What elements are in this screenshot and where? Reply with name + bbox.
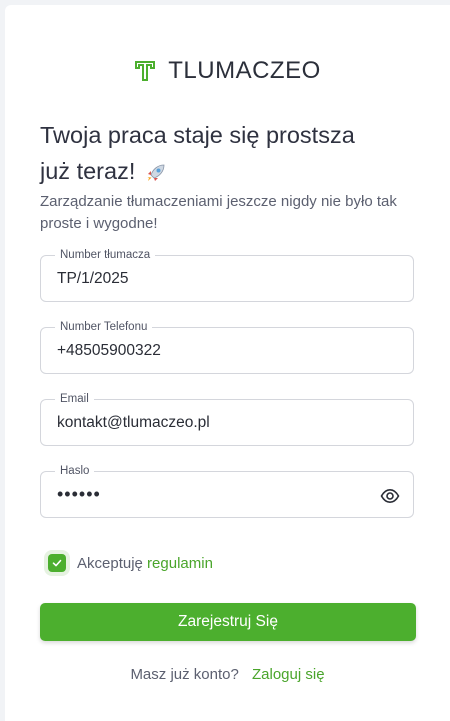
show-password-icon[interactable] (380, 486, 400, 506)
password-label: Haslo (55, 463, 95, 479)
page-title: Twoja praca staje się prostsza już teraz… (40, 117, 420, 189)
translator-number-label: Number tłumacza (55, 247, 156, 263)
login-prompt: Masz już konto? (130, 666, 239, 683)
rocket-icon (147, 164, 165, 181)
checkmark-icon (52, 559, 62, 567)
terms-checkbox[interactable] (48, 554, 66, 572)
terms-row: Akceptuję regulamin (48, 554, 213, 572)
phone-number-label: Number Telefonu (55, 319, 153, 335)
translator-number-field[interactable]: Number tłumacza TP/1/2025 (40, 247, 414, 302)
email-label: Email (55, 391, 94, 407)
terms-label: Akceptuję (77, 554, 143, 572)
register-card: TLUMACZEO Twoja praca staje się prostsza… (5, 5, 450, 721)
email-field[interactable]: Email kontakt@tlumaczeo.pl (40, 391, 414, 446)
terms-link[interactable]: regulamin (147, 555, 213, 572)
phone-number-value[interactable]: +48505900322 (57, 342, 161, 360)
brand: TLUMACZEO (5, 57, 450, 85)
register-button[interactable]: Zarejestruj Się (40, 603, 416, 641)
password-value[interactable]: •••••• (57, 485, 101, 503)
login-row: Masz już konto? Zaloguj się (5, 666, 450, 683)
logo-icon (135, 61, 156, 81)
password-field[interactable]: Haslo •••••• (40, 463, 414, 518)
subtitle: Zarządzanie tłumaczeniami jeszcze nigdy … (40, 193, 397, 232)
translator-number-value[interactable]: TP/1/2025 (57, 270, 129, 288)
headline-line-1: Twoja praca staje się prostsza (40, 122, 355, 148)
phone-number-field[interactable]: Number Telefonu +48505900322 (40, 319, 414, 374)
email-value[interactable]: kontakt@tlumaczeo.pl (57, 414, 210, 432)
terms-text: Akceptuję regulamin (77, 555, 213, 572)
brand-name: TLUMACZEO (168, 57, 321, 84)
login-link[interactable]: Zaloguj się (252, 666, 325, 683)
headline-line-2: już teraz! (40, 158, 136, 184)
